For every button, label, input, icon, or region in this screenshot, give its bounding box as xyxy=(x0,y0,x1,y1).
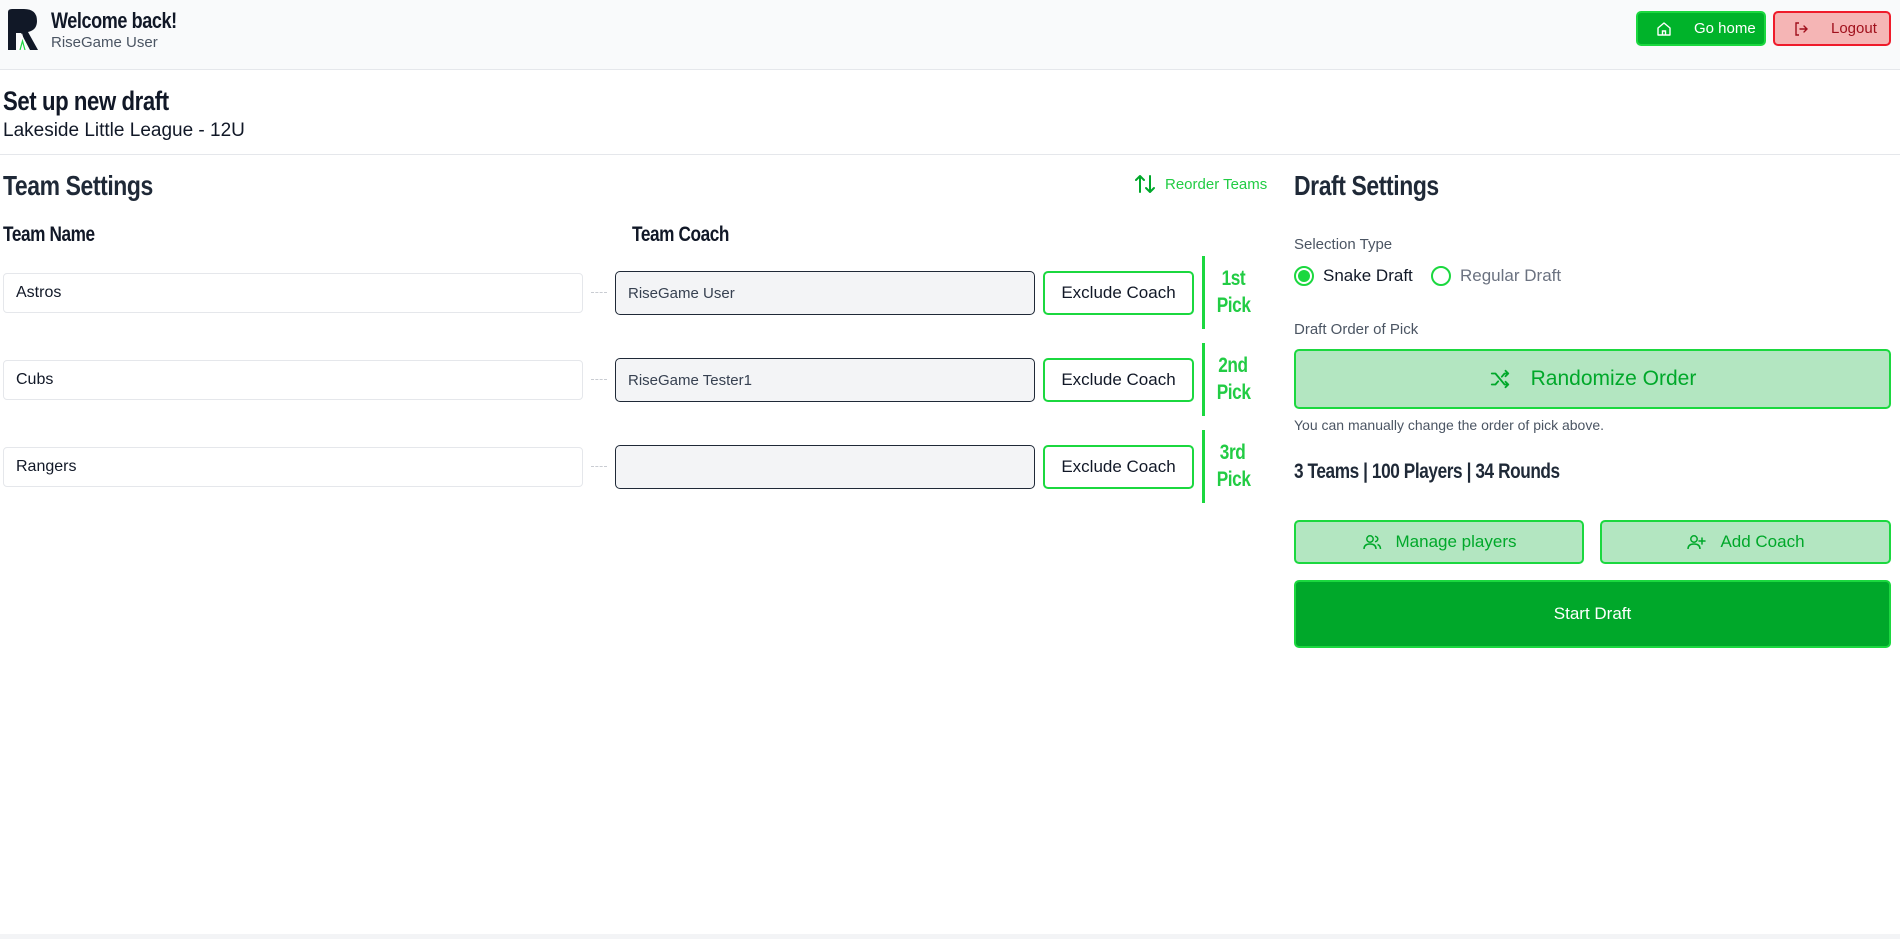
team-name-input[interactable]: Cubs xyxy=(3,360,583,400)
row-connector xyxy=(591,379,607,380)
user-plus-icon xyxy=(1687,535,1707,550)
pick-order-label: 2nd Pick xyxy=(1216,354,1251,404)
manual-order-hint: You can manually change the order of pic… xyxy=(1294,417,1605,433)
divider xyxy=(0,154,1900,155)
team-coach-select[interactable]: RiseGame Tester1 xyxy=(615,358,1035,402)
team-name-input[interactable]: Rangers xyxy=(3,447,583,487)
logout-icon xyxy=(1795,21,1808,36)
regular-draft-radio[interactable]: Regular Draft xyxy=(1431,266,1561,286)
team-coach-select[interactable] xyxy=(615,445,1035,489)
randomize-order-label: Randomize Order xyxy=(1530,367,1697,390)
logout-label: Logout xyxy=(1831,20,1877,37)
add-coach-label: Add Coach xyxy=(1720,532,1805,551)
team-name-input[interactable]: Astros xyxy=(3,273,583,313)
team-name-column-header: Team Name xyxy=(3,223,95,246)
team-settings-title: Team Settings xyxy=(3,170,153,201)
go-home-button[interactable]: Go home xyxy=(1636,11,1766,46)
league-name: Lakeside Little League - 12U xyxy=(3,120,245,141)
team-coach-select[interactable]: RiseGame User xyxy=(615,271,1035,315)
snake-draft-label: Snake Draft xyxy=(1323,266,1413,285)
regular-draft-label: Regular Draft xyxy=(1460,266,1562,285)
risegame-logo xyxy=(8,9,38,50)
reorder-icon xyxy=(1135,175,1155,193)
manage-players-label: Manage players xyxy=(1395,532,1517,551)
pick-order-label: 3rd Pick xyxy=(1216,441,1251,491)
radio-unchecked-icon xyxy=(1431,266,1451,286)
pick-indicator-bar xyxy=(1202,430,1205,503)
draft-order-label: Draft Order of Pick xyxy=(1294,321,1419,338)
top-bar: Welcome back! RiseGame User Go home Logo… xyxy=(0,0,1900,70)
user-name: RiseGame User xyxy=(51,34,158,51)
pick-indicator-bar xyxy=(1202,256,1205,329)
snake-draft-radio[interactable]: Snake Draft xyxy=(1294,266,1413,286)
draft-summary: 3 Teams | 100 Players | 34 Rounds xyxy=(1294,460,1560,483)
bottom-strip xyxy=(0,934,1900,939)
exclude-coach-button[interactable]: Exclude Coach xyxy=(1043,271,1194,315)
users-icon xyxy=(1362,535,1381,550)
logout-button[interactable]: Logout xyxy=(1773,11,1891,46)
add-coach-button[interactable]: Add Coach xyxy=(1600,520,1891,564)
row-connector xyxy=(591,466,607,467)
team-coach-column-header: Team Coach xyxy=(632,223,730,246)
shuffle-icon xyxy=(1490,369,1509,389)
row-connector xyxy=(591,292,607,293)
radio-checked-icon xyxy=(1294,266,1314,286)
reorder-teams-label: Reorder Teams xyxy=(1165,175,1268,193)
pick-order-label: 1st Pick xyxy=(1216,267,1251,317)
go-home-label: Go home xyxy=(1694,20,1756,37)
draft-settings-title: Draft Settings xyxy=(1294,170,1439,201)
randomize-order-button[interactable]: Randomize Order xyxy=(1294,349,1891,409)
manage-players-button[interactable]: Manage players xyxy=(1294,520,1584,564)
selection-type-label: Selection Type xyxy=(1294,236,1393,253)
exclude-coach-button[interactable]: Exclude Coach xyxy=(1043,358,1194,402)
exclude-coach-button[interactable]: Exclude Coach xyxy=(1043,445,1194,489)
reorder-teams-button[interactable]: Reorder Teams xyxy=(1133,172,1267,196)
pick-indicator-bar xyxy=(1202,343,1205,416)
start-draft-button[interactable]: Start Draft xyxy=(1294,580,1891,648)
home-icon xyxy=(1657,21,1671,36)
welcome-heading: Welcome back! xyxy=(51,8,177,33)
page-title: Set up new draft xyxy=(3,86,169,116)
